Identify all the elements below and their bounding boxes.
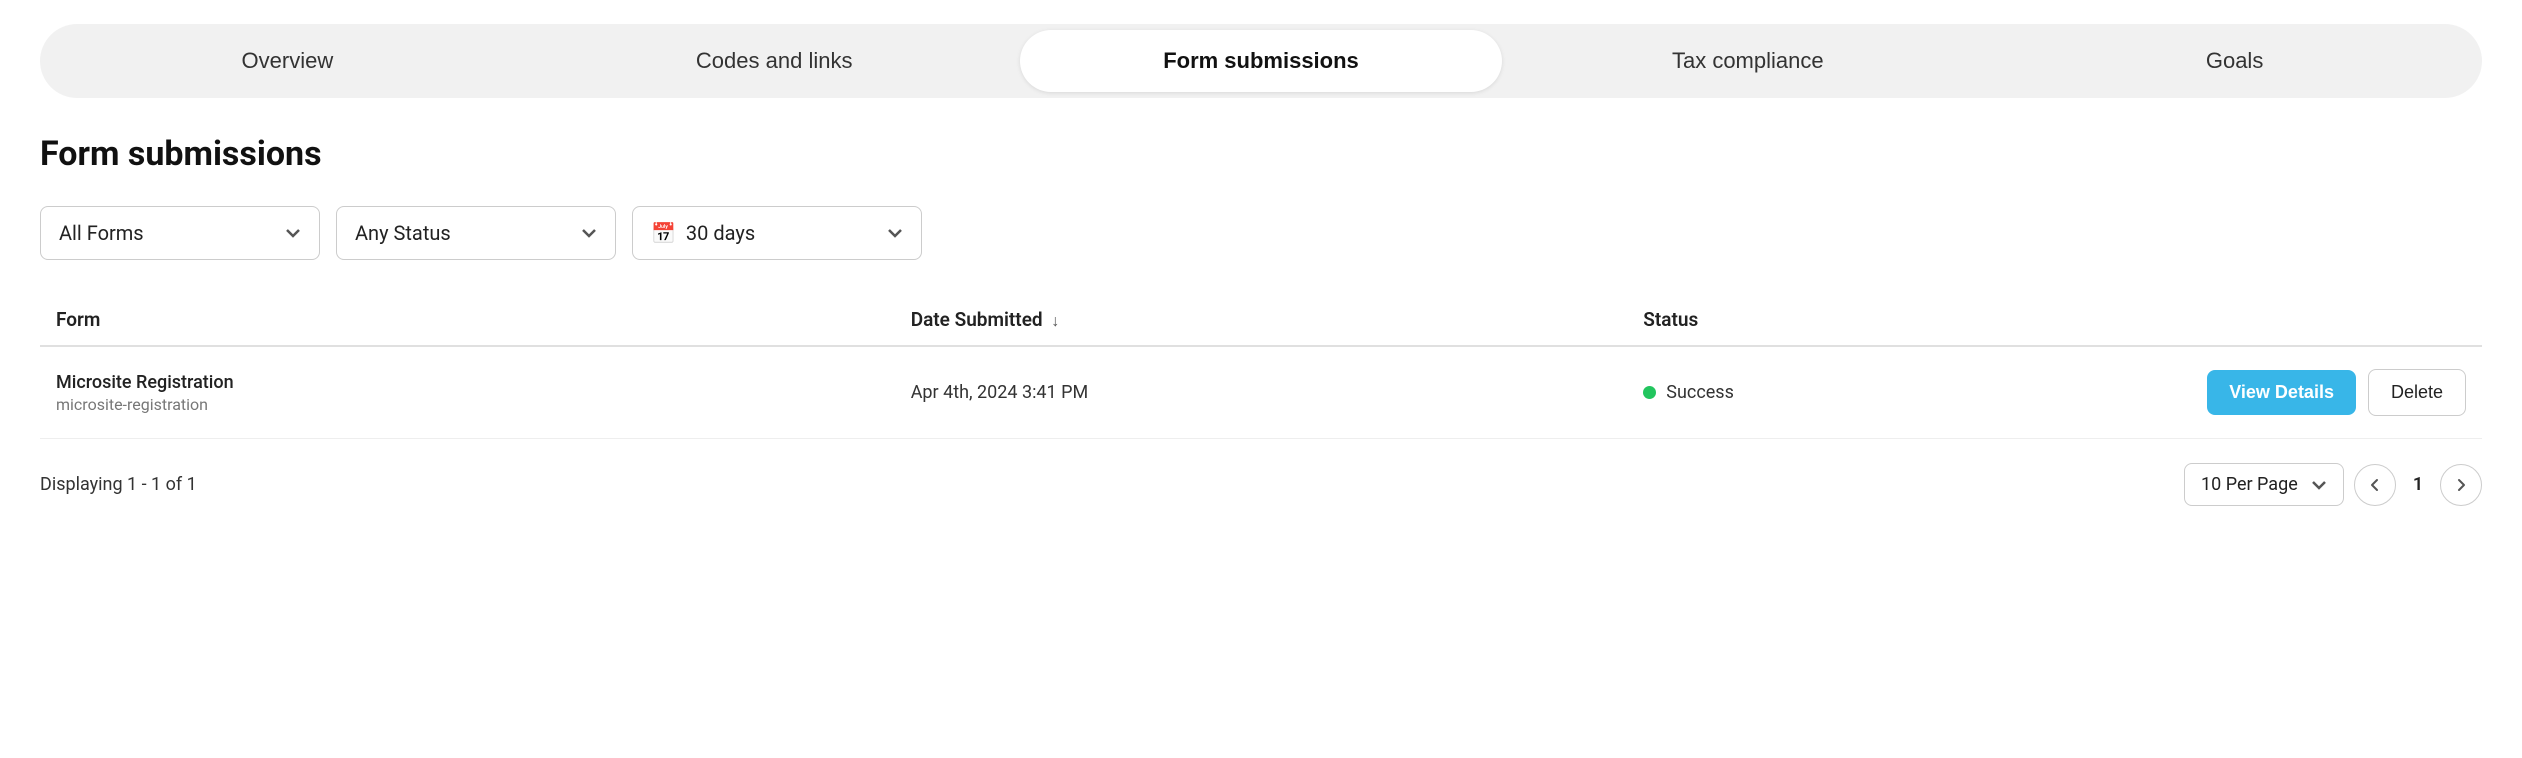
view-details-button[interactable]: View Details bbox=[2207, 370, 2356, 415]
submissions-table: Form Date Submitted ↓ Status Microsite R… bbox=[40, 296, 2482, 439]
cell-actions: View Details Delete bbox=[2116, 346, 2482, 439]
tab-overview[interactable]: Overview bbox=[46, 30, 529, 92]
date-range-dropdown[interactable]: 📅 30 days bbox=[632, 206, 922, 260]
table-body: Microsite Registration microsite-registr… bbox=[40, 346, 2482, 439]
current-page-number: 1 bbox=[2406, 474, 2430, 495]
any-status-chevron-icon bbox=[581, 225, 597, 241]
status-cell: Success bbox=[1643, 382, 2099, 403]
per-page-label: 10 Per Page bbox=[2201, 474, 2298, 495]
filters-row: All Forms Any Status 📅 30 days bbox=[40, 206, 2482, 260]
col-header-form: Form bbox=[40, 296, 895, 346]
table-header: Form Date Submitted ↓ Status bbox=[40, 296, 2482, 346]
per-page-dropdown[interactable]: 10 Per Page bbox=[2184, 463, 2344, 506]
tab-goals[interactable]: Goals bbox=[1993, 30, 2476, 92]
tab-tax-compliance[interactable]: Tax compliance bbox=[1506, 30, 1989, 92]
any-status-label: Any Status bbox=[355, 221, 451, 245]
page-title: Form submissions bbox=[40, 134, 2482, 174]
cell-date-submitted: Apr 4th, 2024 3:41 PM bbox=[895, 346, 1628, 439]
form-slug: microsite-registration bbox=[56, 395, 879, 414]
col-header-date-submitted: Date Submitted ↓ bbox=[895, 296, 1628, 346]
table-header-row: Form Date Submitted ↓ Status bbox=[40, 296, 2482, 346]
all-forms-chevron-icon bbox=[285, 225, 301, 241]
cell-form: Microsite Registration microsite-registr… bbox=[40, 346, 895, 439]
status-dot-success bbox=[1643, 386, 1656, 399]
col-header-actions bbox=[2116, 296, 2482, 346]
col-header-status: Status bbox=[1627, 296, 2115, 346]
tab-codes-and-links[interactable]: Codes and links bbox=[533, 30, 1016, 92]
date-range-chevron-icon bbox=[887, 225, 903, 241]
sort-icon: ↓ bbox=[1051, 311, 1059, 331]
tab-navigation: Overview Codes and links Form submission… bbox=[40, 24, 2482, 98]
pagination-right: 10 Per Page 1 bbox=[2184, 463, 2482, 506]
all-forms-dropdown[interactable]: All Forms bbox=[40, 206, 320, 260]
all-forms-label: All Forms bbox=[59, 221, 144, 245]
prev-page-button[interactable] bbox=[2354, 464, 2396, 506]
any-status-dropdown[interactable]: Any Status bbox=[336, 206, 616, 260]
tab-form-submissions[interactable]: Form submissions bbox=[1020, 30, 1503, 92]
next-page-button[interactable] bbox=[2440, 464, 2482, 506]
actions-cell: View Details Delete bbox=[2132, 369, 2466, 416]
date-range-label: 📅 30 days bbox=[651, 221, 755, 245]
status-label: Success bbox=[1666, 382, 1734, 403]
cell-status: Success bbox=[1627, 346, 2115, 439]
prev-page-icon bbox=[2368, 478, 2382, 492]
table-footer: Displaying 1 - 1 of 1 10 Per Page 1 bbox=[40, 463, 2482, 506]
per-page-chevron-icon bbox=[2311, 477, 2327, 493]
form-name: Microsite Registration bbox=[56, 372, 879, 393]
table-row: Microsite Registration microsite-registr… bbox=[40, 346, 2482, 439]
next-page-icon bbox=[2454, 478, 2468, 492]
calendar-icon: 📅 bbox=[651, 221, 676, 245]
display-info: Displaying 1 - 1 of 1 bbox=[40, 474, 197, 495]
delete-button[interactable]: Delete bbox=[2368, 369, 2466, 416]
page-wrapper: Overview Codes and links Form submission… bbox=[0, 0, 2522, 546]
